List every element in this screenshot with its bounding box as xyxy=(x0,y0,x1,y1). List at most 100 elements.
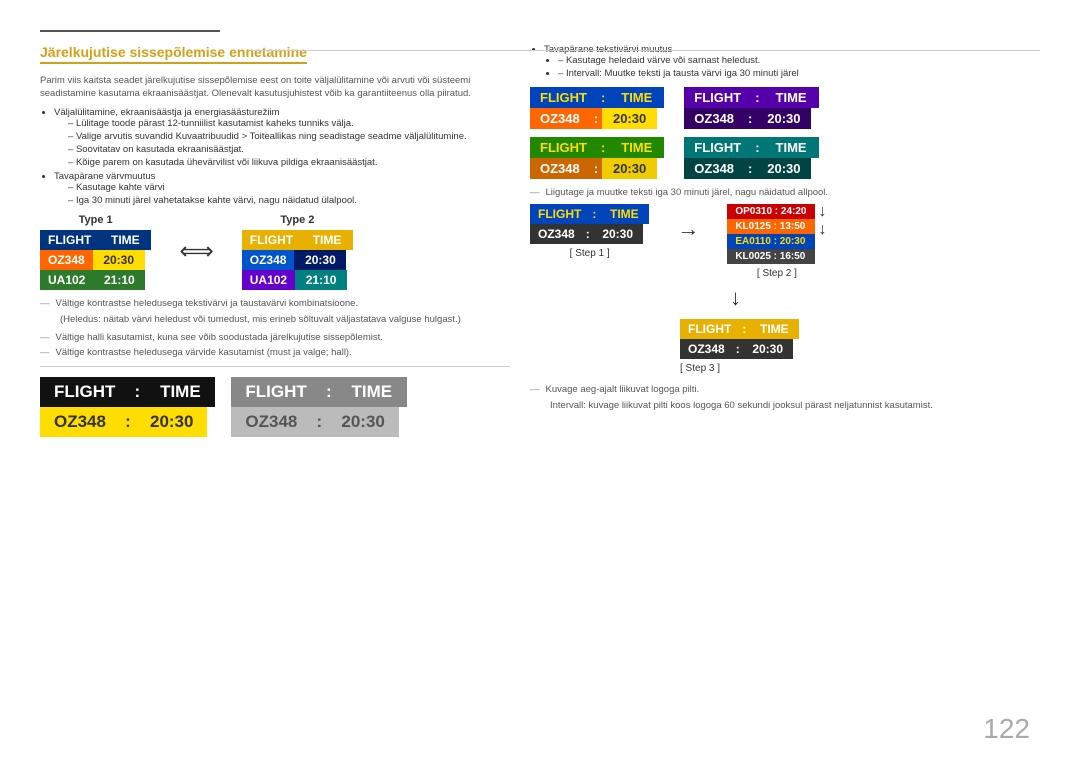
s3-colon: : xyxy=(733,339,743,359)
type2-row1-cell2: 20:30 xyxy=(294,250,346,270)
arrow-exchange: ⟺ xyxy=(179,237,213,266)
gb2-h2: TIME xyxy=(764,87,819,108)
step2-label: [ Step 2 ] xyxy=(757,268,797,279)
s3-h1: FLIGHT xyxy=(680,319,739,339)
gb3-header: FLIGHT : TIME xyxy=(530,137,664,158)
left-column: Järelkujutise sissepõlemise ennetamine P… xyxy=(40,44,510,743)
grid-board-2: FLIGHT : TIME OZ348 : 20:30 xyxy=(684,87,818,129)
gb3-r1c2: 20:30 xyxy=(602,158,657,179)
s3-row1: OZ348 : 20:30 xyxy=(680,339,799,359)
sub-item-1-2: Valige arvutis suvandid Kuvaatribuudid >… xyxy=(68,131,510,142)
gb4-h1: FLIGHT xyxy=(684,137,751,158)
gb4-row1: OZ348 : 20:30 xyxy=(684,158,818,179)
gb1-row1: OZ348 : 20:30 xyxy=(530,108,664,129)
gb3-r1c1: OZ348 xyxy=(530,158,590,179)
gb1-r1c1: OZ348 xyxy=(530,108,590,129)
sub-item-2-1: Kasutage kahte värvi xyxy=(68,182,510,193)
big-gray-oz: OZ348 xyxy=(231,407,311,437)
content: Järelkujutise sissepõlemise ennetamine P… xyxy=(40,44,1040,743)
type1-label: Type 1 xyxy=(79,214,113,226)
s3-h2: TIME xyxy=(749,319,799,339)
logo-note-text: Kuvage aeg-ajalt liikuvat logoga pilti. xyxy=(546,384,700,395)
sub-item-2-2: Iga 30 minuti järel vahetatakse kahte vä… xyxy=(68,195,510,206)
grid-board-3: FLIGHT : TIME OZ348 : 20:30 xyxy=(530,137,664,179)
gb3-h1: FLIGHT xyxy=(530,137,597,158)
gb2-row1: OZ348 : 20:30 xyxy=(684,108,818,129)
page-number: 122 xyxy=(983,713,1030,745)
gb2-r1c1: OZ348 xyxy=(684,108,744,129)
gb1-header: FLIGHT : TIME xyxy=(530,87,664,108)
bullet-item-1: Väljalülitamine, ekraanisäästja ja energ… xyxy=(54,107,510,168)
type1-row2-cell2: 21:10 xyxy=(93,270,145,290)
gb2-r1c2: 20:30 xyxy=(756,108,811,129)
right-note-2: Liigutage ja muutke teksti iga 30 minuti… xyxy=(530,187,1040,198)
type2-row2-cell2: 21:10 xyxy=(295,270,347,290)
big-boards-row: FLIGHT : TIME OZ348 : 20:30 FLIGHT : xyxy=(40,377,510,437)
note-3: Vältige kontrastse heledusega värvide ka… xyxy=(40,347,510,358)
s3-hc: : xyxy=(739,319,749,339)
main-bullet-list: Väljalülitamine, ekraanisäästja ja energ… xyxy=(54,107,510,206)
type1-header-time: TIME xyxy=(99,230,151,250)
bullet-item-2: Tavapärane värvmuutus Kasutage kahte vär… xyxy=(54,171,510,206)
gb4-header: FLIGHT : TIME xyxy=(684,137,818,158)
big-dark-header: FLIGHT : TIME xyxy=(40,377,215,407)
type2-header-flight: FLIGHT xyxy=(242,230,301,250)
s3-header: FLIGHT : TIME xyxy=(680,319,799,339)
step3-section: FLIGHT : TIME OZ348 : 20:30 [ Step 3 ] xyxy=(530,319,1040,374)
gb3-hc: : xyxy=(597,137,609,158)
full-rule xyxy=(250,50,1040,51)
big-dark-row1: OZ348 : 20:30 xyxy=(40,407,215,437)
step2-container: OP0310 : 24:20 KL0125 : 13:50 EA0110 : 2… xyxy=(727,204,826,279)
type2-row2: UA102 21:10 xyxy=(242,270,353,290)
gb4-r1cc: : xyxy=(744,158,756,179)
gb2-hc: : xyxy=(751,87,763,108)
type1-row1-cell1: OZ348 xyxy=(40,250,93,270)
note-1b: (Heledus: näitab värvi heledust või tume… xyxy=(60,313,510,326)
gb3-r1cc: : xyxy=(590,158,602,179)
logo-note-section: Kuvage aeg-ajalt liikuvat logoga pilti. … xyxy=(530,384,1040,412)
big-gray-header: FLIGHT : TIME xyxy=(231,377,406,407)
s2-line1: OP0310 : 24:20 xyxy=(727,204,814,219)
scroll-arrows: ↓ ↓ xyxy=(819,204,827,238)
gb4-r1c1: OZ348 xyxy=(684,158,744,179)
type1-header-row: FLIGHT TIME xyxy=(40,230,151,250)
boards-grid: FLIGHT : TIME OZ348 : 20:30 FLIGHT : xyxy=(530,87,1040,129)
s1-h1: FLIGHT xyxy=(530,204,589,224)
big-dark-time: 20:30 xyxy=(136,407,207,437)
right-sub-1: Kasutage heledaid värve või sarnast hele… xyxy=(558,55,1040,66)
gb1-h2: TIME xyxy=(609,87,664,108)
sub-item-1-4: Kõige parem on kasutada ühevärvilist või… xyxy=(68,157,510,168)
step3-label: [ Step 3 ] xyxy=(680,363,720,374)
note-3-text: Vältige kontrastse heledusega värvide ka… xyxy=(56,347,352,358)
intro-text: Parim viis kaitsta seadet järelkujutise … xyxy=(40,74,510,101)
grid-board-4: FLIGHT : TIME OZ348 : 20:30 xyxy=(684,137,818,179)
steps-row: FLIGHT : TIME OZ348 : 20:30 [ Step 1 ] → xyxy=(530,204,1040,279)
type1-row2-cell1: UA102 xyxy=(40,270,93,290)
logo-interval: Intervall: kuvage liikuvat pilti koos lo… xyxy=(550,399,1040,412)
big-gray-header-flight: FLIGHT xyxy=(231,377,320,407)
right-note-2-text: Liigutage ja muutke teksti iga 30 minuti… xyxy=(546,187,829,198)
step1-container: FLIGHT : TIME OZ348 : 20:30 [ Step 1 ] xyxy=(530,204,649,259)
type1-board: FLIGHT TIME OZ348 20:30 UA102 21:10 xyxy=(40,230,151,290)
big-dark-oz: OZ348 xyxy=(40,407,120,437)
page: Järelkujutise sissepõlemise ennetamine P… xyxy=(0,0,1080,763)
gb4-hc: : xyxy=(751,137,763,158)
boards-grid-2: FLIGHT : TIME OZ348 : 20:30 FLIGHT : xyxy=(530,137,1040,179)
right-column: Tavapärane tekstivärvi muutus Kasutage h… xyxy=(530,44,1040,743)
note-2-text: Vältige halli kasutamist, kuna see võib … xyxy=(56,332,383,343)
s1-time: 20:30 xyxy=(593,224,643,244)
step1-label: [ Step 1 ] xyxy=(570,248,610,259)
step3-board: FLIGHT : TIME OZ348 : 20:30 xyxy=(680,319,799,359)
type2-row2-cell1: UA102 xyxy=(242,270,295,290)
type1-row1: OZ348 20:30 xyxy=(40,250,151,270)
s2-line3: EA0110 : 20:30 xyxy=(727,234,814,249)
big-gray-time: 20:30 xyxy=(327,407,398,437)
right-sub-2: Intervall: Muutke teksti ja tausta värvi… xyxy=(558,68,1040,79)
big-gray-row1: OZ348 : 20:30 xyxy=(231,407,406,437)
type2-header-time: TIME xyxy=(301,230,353,250)
gb1-r1cc: : xyxy=(590,108,602,129)
big-board-dark: FLIGHT : TIME OZ348 : 20:30 xyxy=(40,377,215,437)
step-arrow-right: → xyxy=(677,204,699,242)
s3-oz: OZ348 xyxy=(680,339,733,359)
big-dark-colon: : xyxy=(120,407,136,437)
